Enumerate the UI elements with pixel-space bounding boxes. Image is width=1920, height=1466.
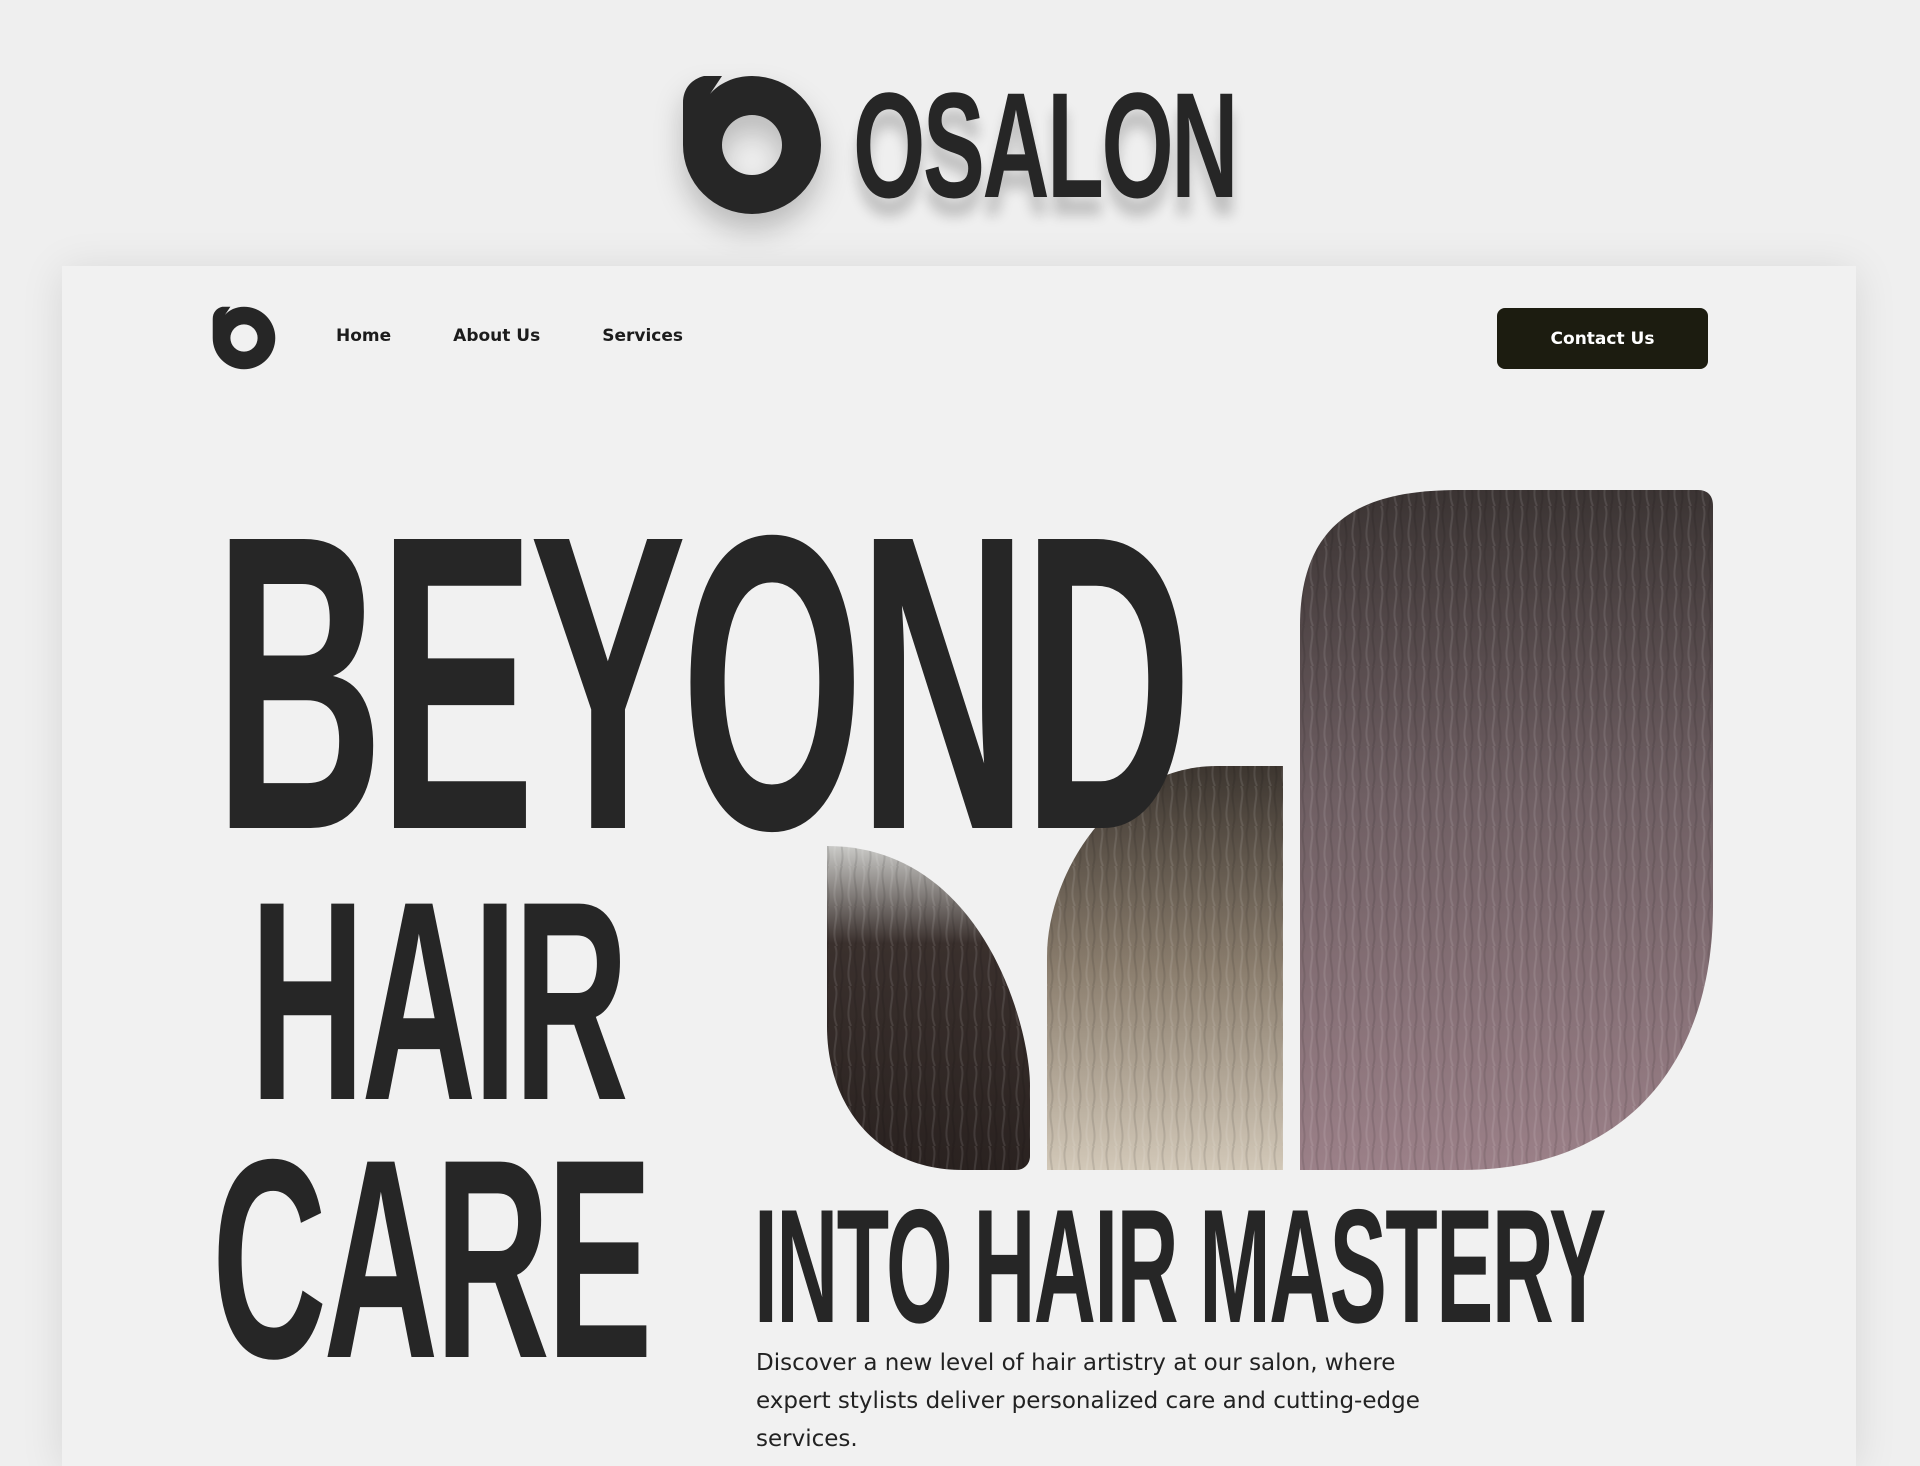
landing-card: Home About Us Services Contact Us BEYOND…	[62, 266, 1856, 1466]
hero-line-mastery: INTO HAIR MASTERY	[754, 1176, 1606, 1357]
brand-wordmark: OSALON	[853, 61, 1238, 229]
salon-logo-icon	[683, 76, 821, 214]
brand-header: OSALON	[0, 60, 1920, 230]
hero-line-beyond: BEYOND	[214, 449, 1192, 918]
hero-line-care: CARE	[212, 1101, 653, 1418]
hero-tagline: Discover a new level of hair artistry at…	[756, 1350, 1420, 1452]
photo-lavender-waves	[1300, 490, 1713, 1170]
